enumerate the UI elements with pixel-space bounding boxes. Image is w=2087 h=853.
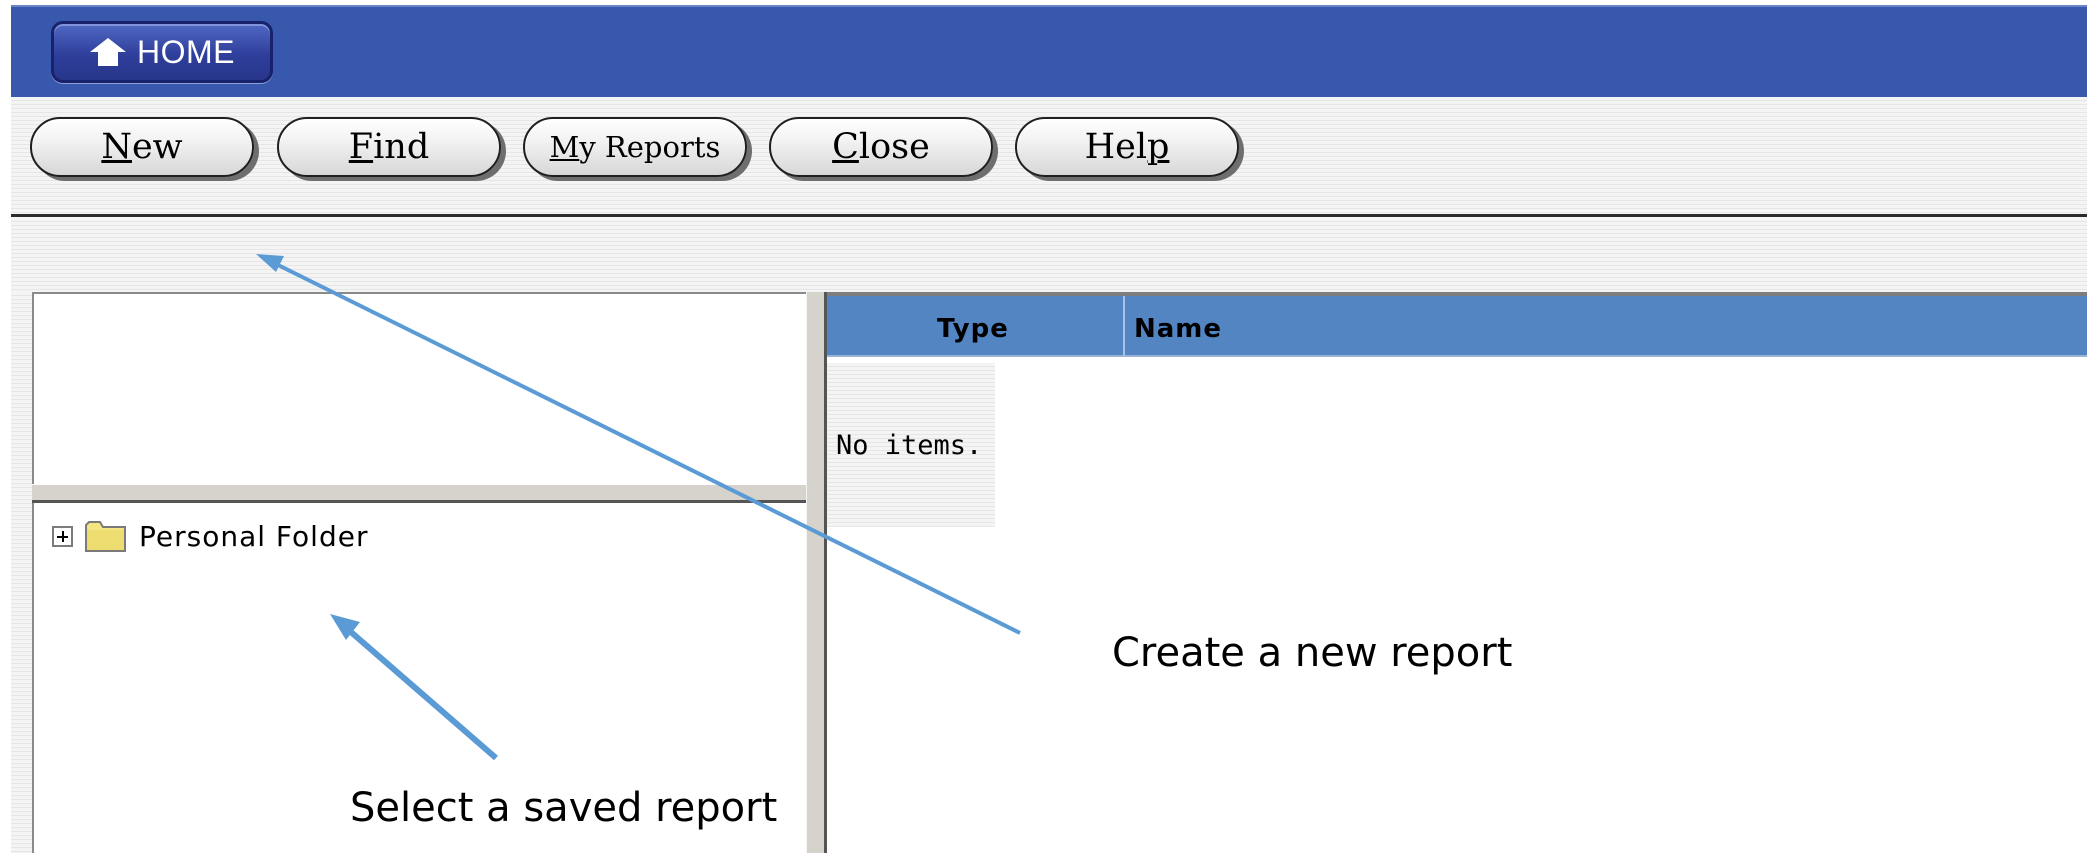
toolbar-divider	[11, 214, 2087, 217]
left-gutter	[11, 292, 32, 853]
find-button[interactable]: Find	[277, 117, 501, 177]
report-list-pane: Type Name No items.	[827, 292, 2087, 853]
expand-plus-icon[interactable]	[52, 525, 73, 547]
home-button-label: HOME	[137, 33, 235, 70]
top-navigation-bar: HOME	[11, 5, 2087, 97]
empty-list-message: No items.	[836, 429, 983, 461]
tree-upper-pane	[32, 292, 806, 484]
folder-icon	[85, 521, 126, 552]
new-button-label: New	[101, 127, 183, 167]
help-button[interactable]: Help	[1015, 117, 1239, 177]
annotation-create-new-report: Create a new report	[1112, 630, 1513, 676]
tree-item-personal-folder[interactable]: Personal Folder	[52, 519, 368, 553]
horizontal-splitter[interactable]	[32, 484, 806, 503]
close-button[interactable]: Close	[769, 117, 993, 177]
annotation-select-saved-report: Select a saved report	[350, 785, 778, 831]
my-reports-button[interactable]: My Reports	[523, 117, 747, 177]
my-reports-button-label: My Reports	[549, 130, 721, 164]
column-header-name[interactable]: Name	[1134, 314, 1222, 344]
find-button-label: Find	[348, 127, 430, 167]
report-toolbar: New Find My Reports Close Help	[11, 97, 2087, 218]
column-separator[interactable]	[1123, 296, 1125, 356]
tree-item-label: Personal Folder	[139, 519, 369, 553]
home-button[interactable]: HOME	[51, 21, 273, 83]
help-button-label: Help	[1084, 127, 1170, 167]
close-button-label: Close	[832, 127, 930, 167]
list-header: Type Name	[827, 292, 2087, 357]
toolbar-spacer	[11, 218, 2087, 292]
column-header-type[interactable]: Type	[937, 314, 1009, 344]
new-button[interactable]: New	[30, 117, 254, 177]
empty-list-cell: No items.	[827, 363, 995, 527]
home-arrow-icon	[90, 38, 126, 66]
vertical-splitter[interactable]	[806, 292, 827, 853]
